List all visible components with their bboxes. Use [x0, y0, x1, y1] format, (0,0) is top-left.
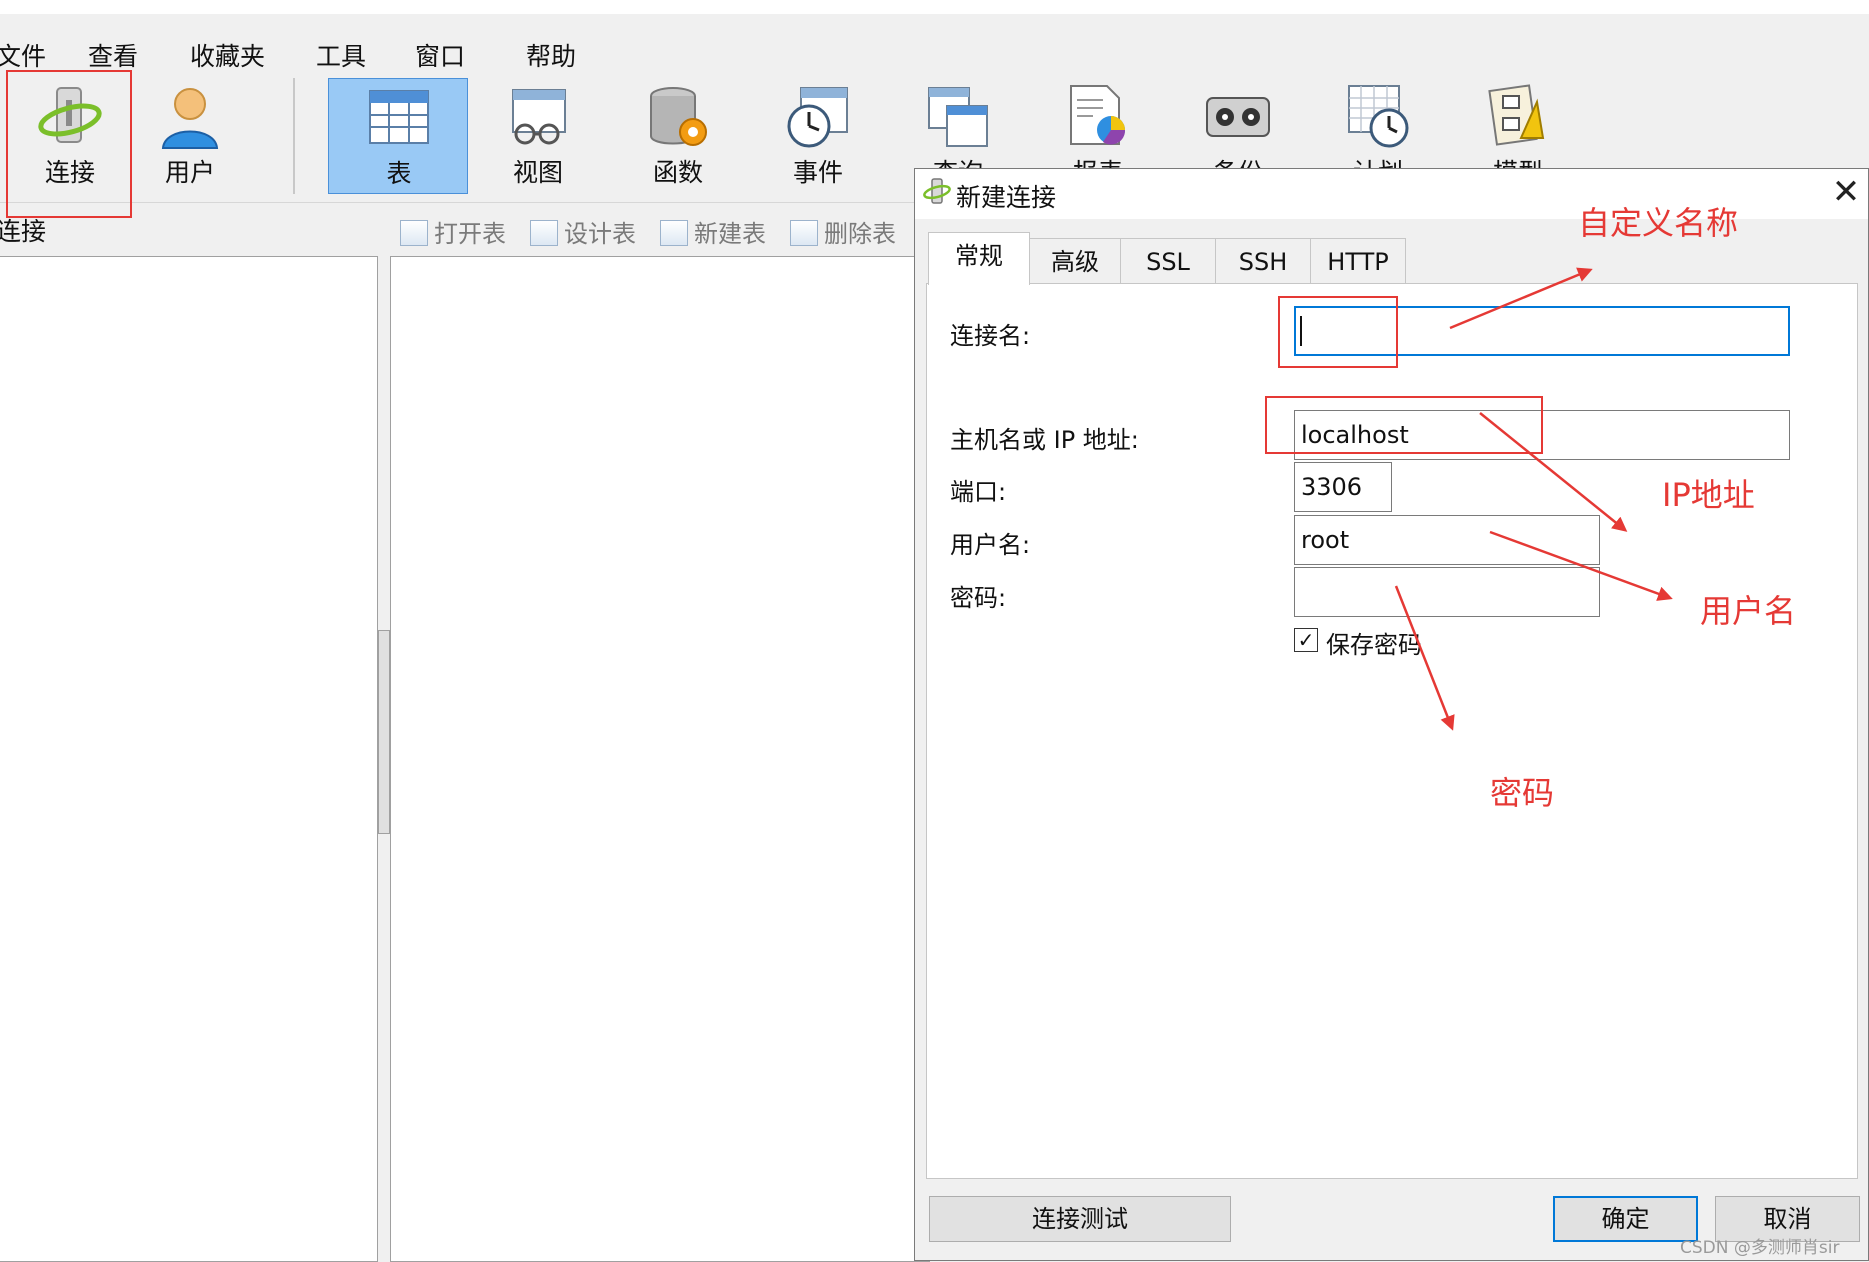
annotation-ip-address: IP地址 [1662, 476, 1755, 514]
annotation-custom-name: 自定义名称 [1578, 204, 1739, 242]
annotation-username: 用户名 [1700, 592, 1797, 630]
annotation-arrows [1394, 267, 1673, 731]
annotation-password: 密码 [1490, 774, 1555, 812]
arrow-ip-address [1479, 412, 1628, 532]
arrow-username [1489, 530, 1673, 601]
arrow-custom-name [1449, 267, 1593, 330]
arrow-password [1394, 585, 1455, 731]
tab-general[interactable]: 常规 [928, 232, 1030, 285]
watermark: CSDN @多测师肖sir [1680, 1238, 1840, 1258]
